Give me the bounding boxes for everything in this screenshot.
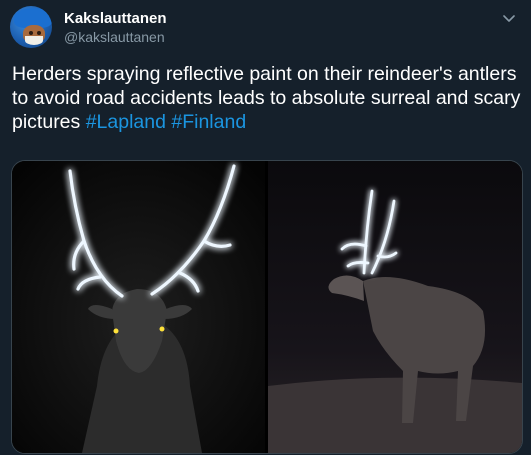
photo-reindeer-side[interactable]	[268, 161, 522, 453]
hashtag-finland[interactable]: #Finland	[171, 111, 246, 133]
photo-reindeer-front[interactable]	[12, 161, 265, 453]
chevron-down-icon[interactable]	[501, 10, 517, 26]
hashtag-lapland[interactable]: #Lapland	[86, 111, 166, 133]
tweet: Kakslauttanen @kakslauttanen Herders spr…	[0, 0, 531, 455]
author-display-name[interactable]: Kakslauttanen	[64, 10, 167, 27]
media-grid	[11, 160, 523, 454]
author-handle[interactable]: @kakslauttanen	[64, 29, 165, 45]
tweet-text: Herders spraying reflective paint on the…	[12, 62, 522, 134]
avatar[interactable]	[10, 6, 52, 48]
